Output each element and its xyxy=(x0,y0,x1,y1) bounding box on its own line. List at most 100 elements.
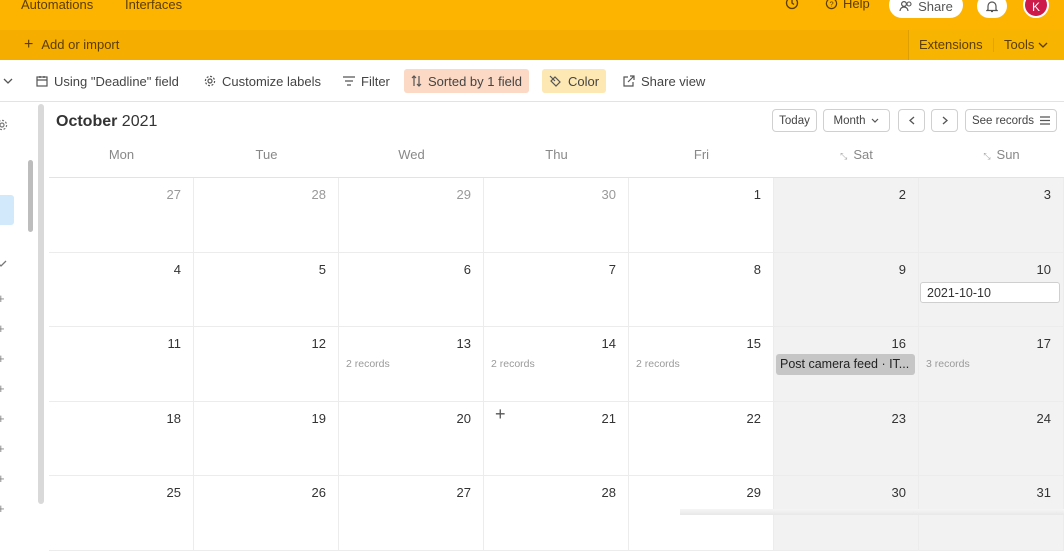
see-records-button[interactable]: See records xyxy=(965,109,1057,132)
customize-labels-button[interactable]: Customize labels xyxy=(197,69,328,93)
divider xyxy=(993,38,994,52)
record-count[interactable]: 2 records xyxy=(636,358,680,370)
calendar-day-cell[interactable]: 22 xyxy=(629,401,774,476)
help-icon: ? xyxy=(825,0,838,10)
sidebar-scrollbar-thumb[interactable] xyxy=(28,160,33,232)
day-number: 5 xyxy=(318,261,326,277)
calendar-day-cell[interactable]: 24 xyxy=(919,401,1064,476)
plus-icon[interactable]: + xyxy=(0,321,5,336)
next-month-button[interactable] xyxy=(931,109,958,132)
calendar-day-cell[interactable]: 30 xyxy=(484,178,629,253)
calendar-day-cell[interactable]: 13 2 records xyxy=(339,327,484,402)
day-number: 19 xyxy=(311,410,326,426)
notifications-button[interactable] xyxy=(977,0,1007,18)
record-count[interactable]: 3 records xyxy=(926,358,970,370)
dow-tue: Tue xyxy=(255,147,278,162)
calendar-day-cell[interactable]: 7 xyxy=(484,252,629,327)
plus-icon[interactable]: + xyxy=(0,291,5,306)
calendar-day-cell[interactable]: 6 xyxy=(339,252,484,327)
bottom-shadow xyxy=(680,509,1064,515)
calendar-day-cell[interactable]: 3 xyxy=(919,178,1064,253)
history-icon[interactable] xyxy=(785,0,799,10)
day-number: 30 xyxy=(891,485,906,500)
calendar-day-cell[interactable]: 20 xyxy=(339,401,484,476)
plus-icon[interactable]: + xyxy=(0,471,5,486)
plus-icon[interactable]: + xyxy=(0,501,5,516)
day-number: 27 xyxy=(166,187,181,202)
extensions-button[interactable]: Extensions xyxy=(919,37,983,52)
calendar-day-cell[interactable]: 27 xyxy=(49,178,194,253)
calendar-day-cell[interactable]: 19 xyxy=(194,401,339,476)
day-number: 8 xyxy=(753,261,761,277)
calendar-day-cell[interactable]: 11 xyxy=(49,327,194,402)
view-menu-chevron[interactable] xyxy=(0,69,20,93)
tools-button[interactable]: Tools xyxy=(1004,37,1048,52)
external-share-icon xyxy=(623,75,635,87)
month-view-select[interactable]: Month xyxy=(823,109,890,132)
plus-icon[interactable]: + xyxy=(0,411,5,426)
date-field-label: Using "Deadline" field xyxy=(54,73,179,89)
people-icon xyxy=(899,0,912,12)
collapse-icon[interactable]: ⤡ xyxy=(983,151,990,161)
day-number: 4 xyxy=(173,261,181,277)
help-button[interactable]: ? Help xyxy=(825,0,870,11)
calendar-day-cell[interactable]: 15 2 records xyxy=(629,327,774,402)
day-number: 9 xyxy=(898,261,906,277)
nav-interfaces[interactable]: Interfaces xyxy=(125,0,182,12)
calendar-day-cell[interactable]: 14 2 records xyxy=(484,327,629,402)
sort-button[interactable]: Sorted by 1 field xyxy=(404,69,529,93)
gear-icon xyxy=(204,75,216,87)
share-view-label: Share view xyxy=(641,73,706,89)
calendar-day-cell[interactable]: 5 xyxy=(194,252,339,327)
plus-icon[interactable]: + xyxy=(0,441,5,456)
calendar-day-cell[interactable]: 9 xyxy=(774,252,919,327)
calendar-day-cell[interactable]: 12 xyxy=(194,327,339,402)
today-button[interactable]: Today xyxy=(772,109,817,132)
day-number: 11 xyxy=(167,336,182,351)
event-chip[interactable]: Post camera feed · IT... xyxy=(776,354,915,375)
color-button[interactable]: Color xyxy=(542,69,607,93)
record-count[interactable]: 2 records xyxy=(491,358,535,370)
share-view-button[interactable]: Share view xyxy=(616,69,712,93)
sidebar-selected-item[interactable] xyxy=(0,195,14,225)
plus-icon[interactable]: + xyxy=(0,351,5,366)
calendar-day-cell[interactable]: 1 xyxy=(629,178,774,253)
calendar-day-cell[interactable]: 28 xyxy=(484,476,629,551)
calendar-day-cell[interactable]: 25 xyxy=(49,476,194,551)
record-count[interactable]: 2 records xyxy=(346,358,390,370)
calendar-day-cell[interactable]: 29 xyxy=(339,178,484,253)
add-or-import-button[interactable]: + Add or import xyxy=(24,36,119,52)
share-button[interactable]: Share xyxy=(889,0,963,18)
nav-automations[interactable]: Automations xyxy=(21,0,93,12)
calendar-day-cell[interactable]: 27 xyxy=(339,476,484,551)
dow-sat-label: Sat xyxy=(853,147,873,162)
calendar-scrollbar[interactable] xyxy=(38,104,44,504)
calendar-day-cell[interactable]: 21 xyxy=(484,401,629,476)
calendar-day-cell[interactable]: 26 xyxy=(194,476,339,551)
calendar-day-cell[interactable]: 4 xyxy=(49,252,194,327)
day-number: 28 xyxy=(601,485,616,500)
date-input-field[interactable] xyxy=(920,282,1060,303)
previous-month-button[interactable] xyxy=(898,109,925,132)
chevron-down-icon[interactable] xyxy=(0,255,7,273)
calendar-day-cell[interactable]: 18 xyxy=(49,401,194,476)
day-number: 6 xyxy=(463,261,471,277)
add-record-plus-icon[interactable]: + xyxy=(495,404,506,425)
calendar-day-cell[interactable]: 28 xyxy=(194,178,339,253)
year-label: 2021 xyxy=(121,113,158,130)
day-number: 2 xyxy=(898,187,906,202)
collapse-icon[interactable]: ⤡ xyxy=(840,151,847,161)
user-avatar[interactable]: K xyxy=(1023,0,1049,18)
plus-icon[interactable]: + xyxy=(0,381,5,396)
filter-button[interactable]: Filter xyxy=(336,69,397,93)
divider xyxy=(908,30,909,60)
day-number: 26 xyxy=(311,485,326,500)
gear-icon[interactable] xyxy=(0,118,8,136)
calendar-day-cell[interactable]: 17 3 records xyxy=(919,327,1064,402)
calendar-day-cell[interactable]: 8 xyxy=(629,252,774,327)
chevron-down-icon xyxy=(1038,42,1048,48)
date-field-button[interactable]: Using "Deadline" field xyxy=(29,69,186,93)
calendar-day-cell[interactable]: 2 xyxy=(774,178,919,253)
calendar-day-cell[interactable]: 23 xyxy=(774,401,919,476)
dow-sun-label: Sun xyxy=(996,147,1020,162)
